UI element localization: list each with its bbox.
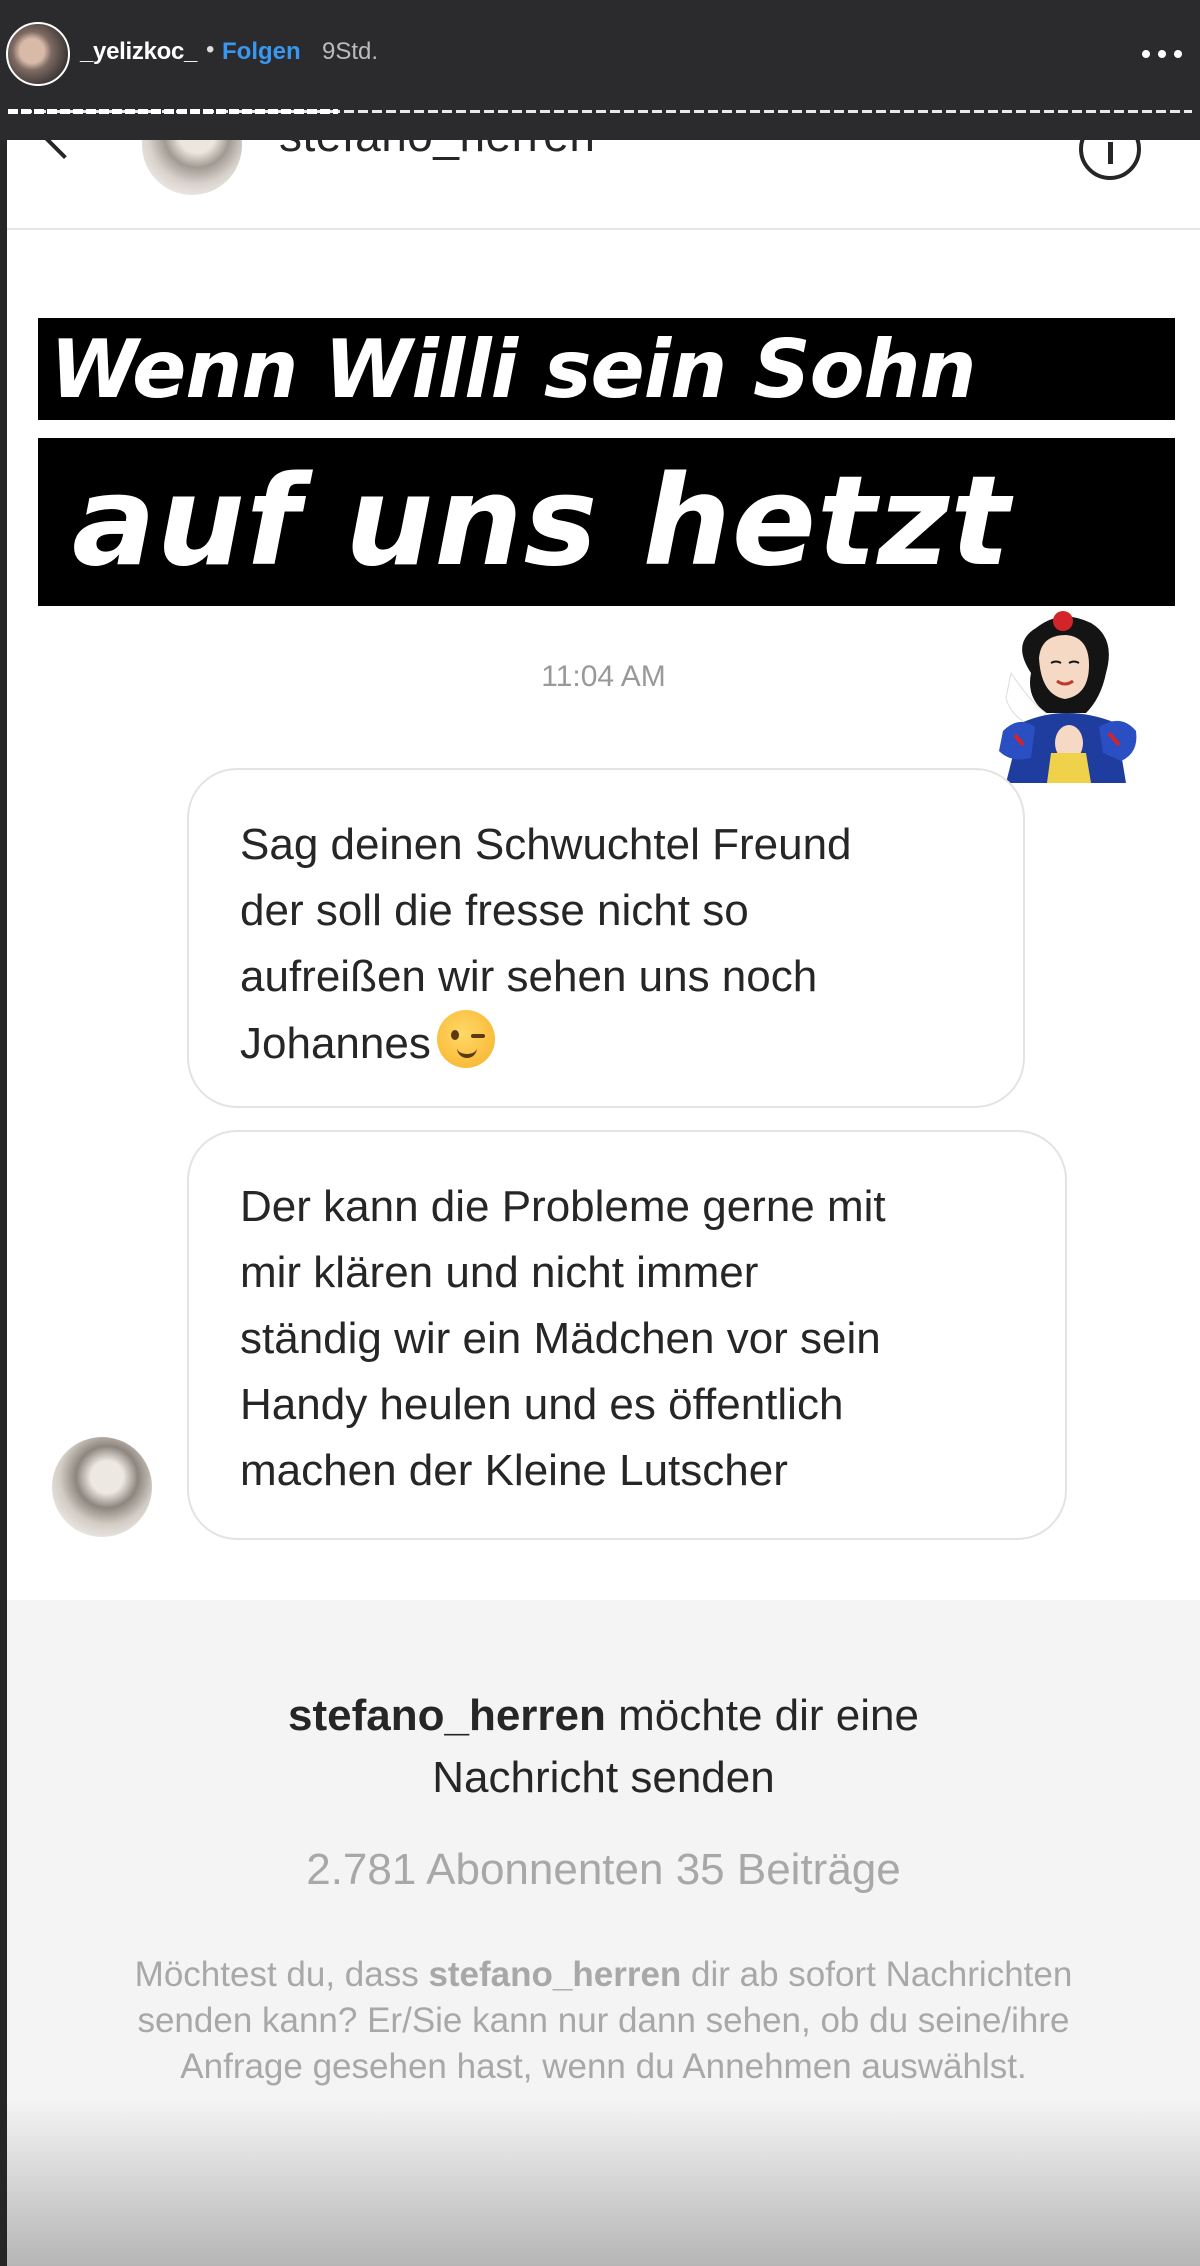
story-header: _yelizkoc_ • Folgen 9Std. (0, 0, 1200, 140)
more-options-icon[interactable] (1140, 50, 1190, 60)
message-bubble[interactable]: Der kann die Probleme gerne mit mir klär… (187, 1130, 1067, 1540)
desc-username: stefano_herren (428, 1955, 682, 1994)
message-text: Sag deinen Schwuchtel Freund der soll di… (240, 820, 852, 1068)
story-progress-fill (8, 109, 338, 114)
sticker-text-2: auf uns hetzt (72, 450, 1011, 594)
separator-dot: • (206, 36, 215, 63)
winking-face-icon (436, 1010, 495, 1068)
bottom-gradient-overlay (7, 2100, 1200, 2266)
desc-before: Möchtest du, dass (134, 1955, 429, 1994)
snow-white-sticker (999, 611, 1137, 783)
sender-avatar[interactable] (52, 1437, 152, 1537)
info-icon[interactable] (1079, 140, 1141, 180)
request-description: Möchtest du, dass stefano_herren dir ab … (117, 1952, 1090, 2090)
text-sticker-line-1: Wenn Willi sein Sohn (38, 318, 1175, 420)
profile-stats: 2.781 Abonnenten 35 Beiträge (306, 1845, 901, 1894)
dm-username[interactable]: stefano_herren (279, 140, 595, 162)
dm-header: stefano_herren (7, 140, 1200, 230)
request-title-text: möchte dir eine (605, 1691, 919, 1740)
follow-button[interactable]: Folgen (222, 38, 301, 66)
text-sticker-line-2: auf uns hetzt (38, 438, 1175, 606)
request-title: stefano_herren möchte dir eine Nachricht… (7, 1685, 1200, 1809)
avatar[interactable] (142, 140, 242, 195)
dm-screenshot: stefano_herren Wenn Willi sein Sohn auf … (7, 140, 1200, 2266)
story-time: 9Std. (322, 38, 379, 65)
story-username[interactable]: _yelizkoc_ (80, 38, 197, 66)
message-bubble[interactable]: Sag deinen Schwuchtel Freund der soll di… (187, 768, 1025, 1108)
story-avatar[interactable] (6, 22, 70, 86)
message-text: Der kann die Probleme gerne mit mir klär… (240, 1182, 886, 1495)
back-chevron-icon[interactable] (39, 140, 89, 160)
request-username[interactable]: stefano_herren (288, 1691, 606, 1740)
request-title-line2: Nachricht senden (432, 1753, 775, 1802)
sticker-text-1: Wenn Willi sein Sohn (50, 322, 977, 416)
